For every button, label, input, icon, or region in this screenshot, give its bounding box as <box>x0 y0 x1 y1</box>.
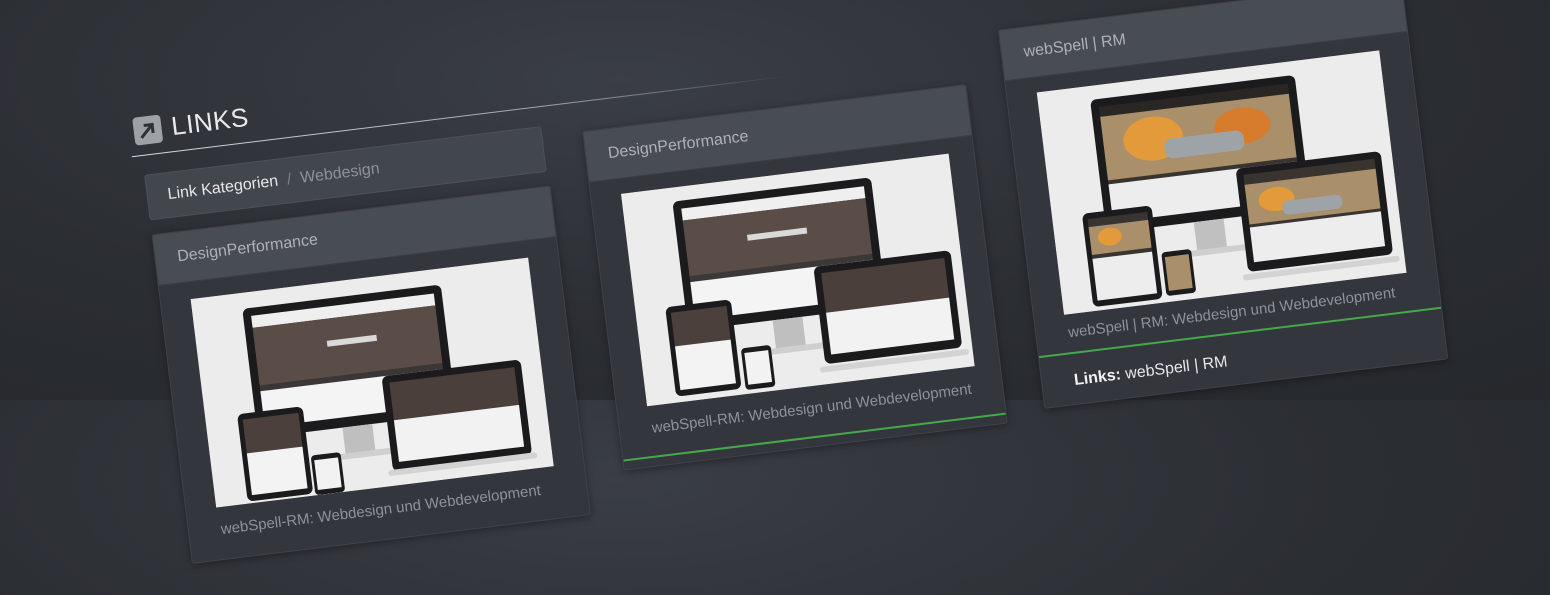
website-preview-image[interactable] <box>1036 50 1407 315</box>
card-links-row: Links: webSpell | RM <box>1073 353 1228 390</box>
links-page: LINKS Link Kategorien / Webdesign Design… <box>102 0 1495 595</box>
card-title[interactable]: DesignPerformance <box>607 128 750 163</box>
breadcrumb-separator: / <box>285 170 293 189</box>
website-preview-image[interactable] <box>621 153 975 407</box>
card-title[interactable]: webSpell | RM <box>1023 31 1127 61</box>
arrow-up-right-icon <box>132 113 164 146</box>
breadcrumb-root-link[interactable]: Link Kategorien <box>167 173 280 204</box>
link-card[interactable]: webSpell | RM webSpell | RM: Webdesign u… <box>997 0 1449 409</box>
link-card[interactable]: DesignPerformance webSpell-RM: Webdesign… <box>151 185 591 564</box>
website-preview-image[interactable] <box>190 257 554 508</box>
card-title[interactable]: DesignPerformance <box>176 231 319 266</box>
link-card[interactable]: DesignPerformance webSpell-RM: Webdesign… <box>582 83 1008 471</box>
page-heading: LINKS <box>132 102 251 147</box>
breadcrumb-current: Webdesign <box>299 160 381 187</box>
links-label: Links: <box>1073 366 1122 389</box>
links-value[interactable]: webSpell | RM <box>1124 353 1228 382</box>
page-title: LINKS <box>169 101 251 142</box>
